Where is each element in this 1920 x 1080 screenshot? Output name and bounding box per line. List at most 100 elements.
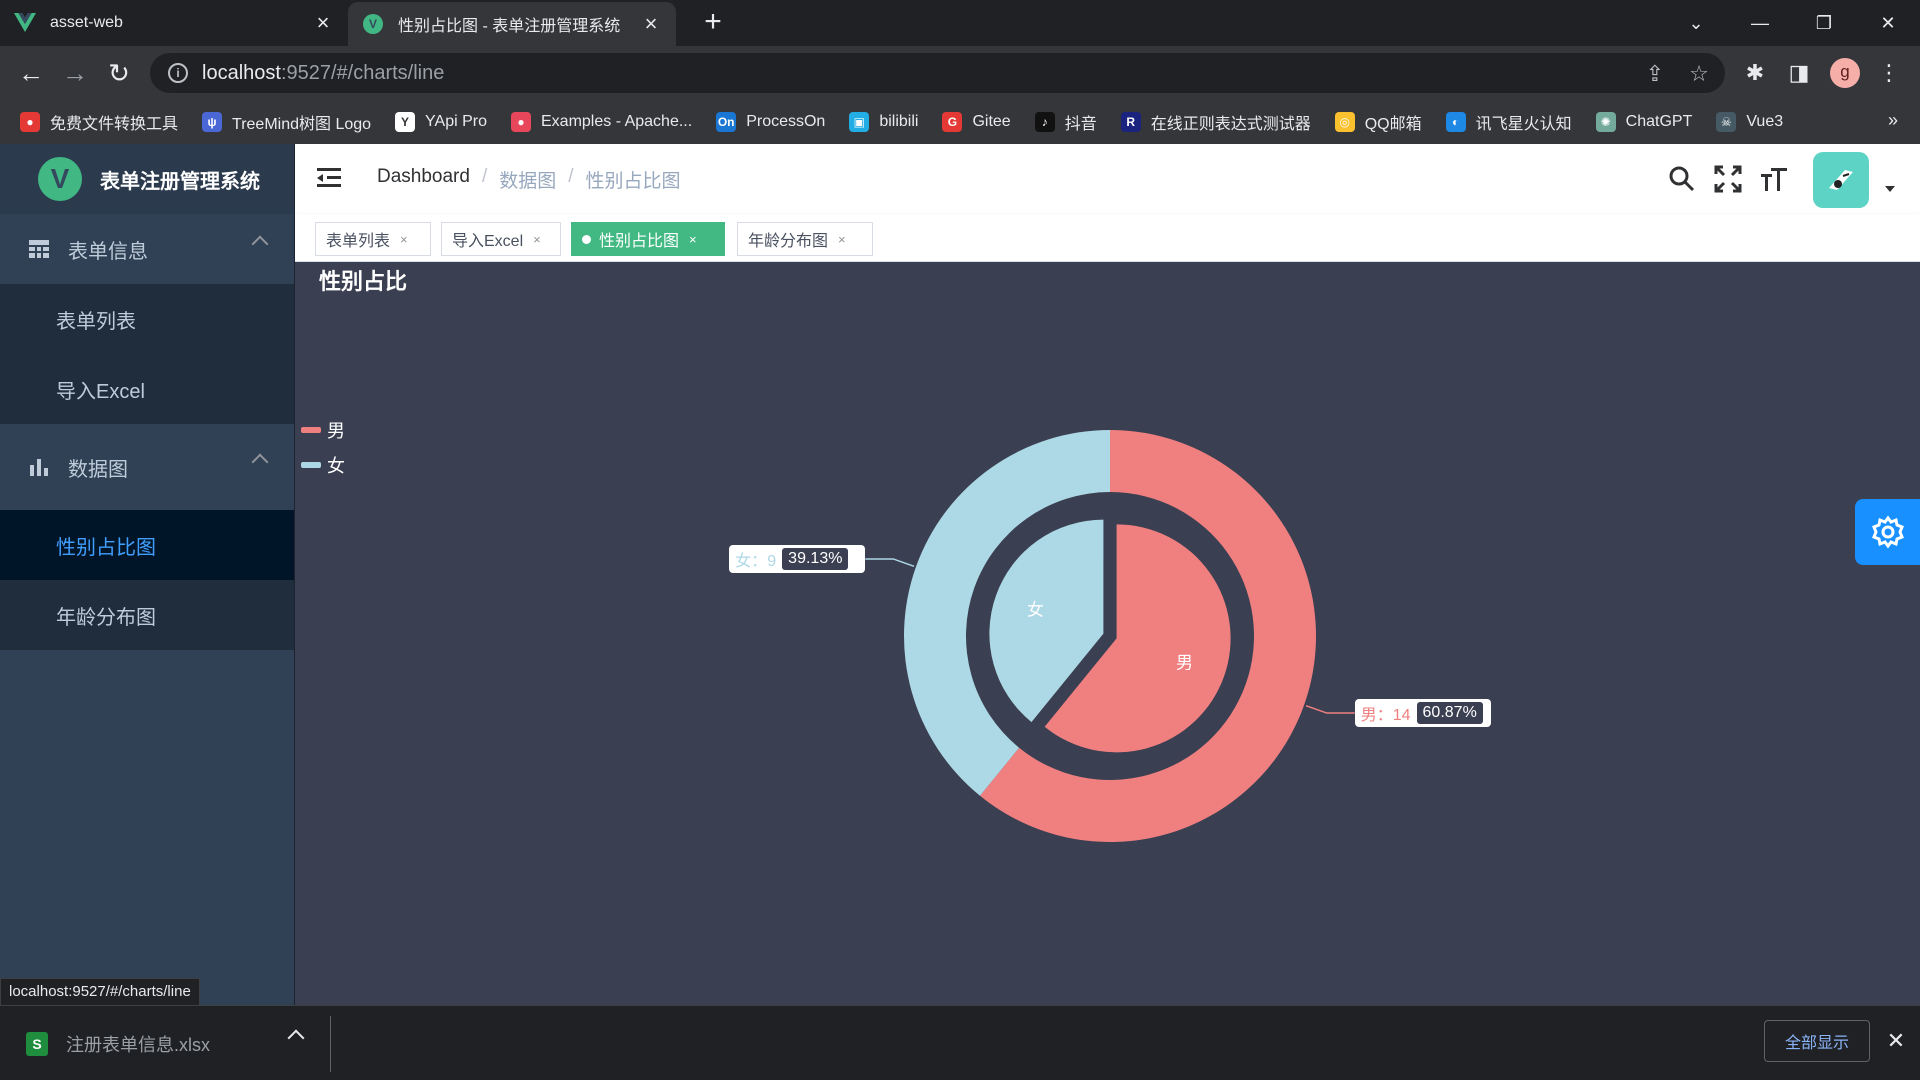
vue-icon: V: [362, 13, 384, 35]
table-icon: [29, 240, 49, 258]
bookmarks-bar: ● 免费文件转换工具 ψ TreeMind树图 Logo Y YApi Pro ● Examp…: [0, 100, 1920, 144]
chevron-up-icon: [251, 235, 269, 253]
menu-group-label: 表单信息: [68, 240, 148, 263]
font-size-icon[interactable]: [1759, 164, 1789, 194]
tag-age-chart[interactable]: 年龄分布图 ×: [737, 222, 873, 256]
bookmark-item[interactable]: Y YApi Pro: [395, 112, 487, 132]
new-tab-button[interactable]: +: [696, 6, 730, 40]
download-filename: 注册表单信息.xlsx: [66, 1035, 210, 1055]
minimize-icon[interactable]: —: [1728, 0, 1792, 46]
profile-avatar[interactable]: g: [1830, 58, 1860, 88]
sidebar-item-label: 年龄分布图: [56, 606, 156, 629]
more-bookmarks-icon[interactable]: »: [1888, 110, 1898, 131]
bookmark-item[interactable]: ▣ bilibili: [849, 112, 918, 132]
bookmark-label: 抖音: [1064, 116, 1097, 133]
bookmark-item[interactable]: ● 免费文件转换工具: [20, 110, 178, 134]
bookmark-icon: ♪: [1034, 112, 1055, 132]
avatar-icon: [1829, 170, 1853, 190]
address-bar[interactable]: i localhost:9527/#/charts/line ⇪ ☆: [150, 53, 1725, 93]
back-icon[interactable]: ←: [12, 54, 50, 92]
bookmark-icon: ◎: [1334, 112, 1355, 132]
close-icon[interactable]: ×: [640, 11, 662, 37]
bookmark-icon: ●: [20, 112, 40, 132]
bookmark-icon: ✺: [1595, 112, 1616, 132]
bookmark-item[interactable]: ● Examples - Apache...: [511, 112, 692, 132]
bookmark-item[interactable]: ψ TreeMind树图 Logo: [202, 110, 371, 134]
menu-group-charts[interactable]: 数据图: [0, 432, 294, 502]
pie-inner-label: 男: [1176, 653, 1193, 672]
browser-tab-active[interactable]: V 性别占比图 - 表单注册管理系统 ×: [348, 2, 676, 46]
share-icon[interactable]: ⇪: [1642, 61, 1668, 87]
close-icon[interactable]: ×: [312, 10, 334, 36]
bookmark-icon: R: [1120, 112, 1141, 132]
bookmark-icon: On: [716, 112, 737, 132]
forward-icon[interactable]: →: [56, 54, 94, 92]
chevron-down-icon[interactable]: [1885, 186, 1895, 192]
side-panel-icon[interactable]: ◨: [1784, 58, 1814, 88]
bookmark-label: 免费文件转换工具: [50, 116, 179, 133]
bookmark-icon: ●: [511, 112, 531, 132]
menu-group-form-info[interactable]: 表单信息: [0, 214, 294, 284]
bookmark-label: 在线正则表达式测试器: [1150, 116, 1311, 133]
breadcrumb-dashboard[interactable]: Dashboard: [377, 166, 470, 193]
hamburger-icon[interactable]: [317, 168, 341, 188]
bookmark-icon: G: [942, 112, 963, 132]
more-icon[interactable]: ⋮: [1874, 58, 1904, 88]
tag-gender-chart[interactable]: 性别占比图 ×: [571, 222, 725, 256]
search-icon[interactable]: [1667, 164, 1697, 194]
bookmark-item[interactable]: On ProcessOn: [716, 112, 825, 132]
main-area: Dashboard / 数据图 / 性别占比图 表单列表 × 导入Excel × 性…: [294, 144, 1920, 1005]
vue-icon: [14, 12, 36, 34]
reload-icon[interactable]: ↻: [100, 54, 138, 92]
tag-form-list[interactable]: 表单列表 ×: [315, 222, 431, 256]
status-url: localhost:9527/#/charts/line: [0, 978, 200, 1006]
pie-leader-line: [1305, 704, 1355, 714]
tag-label: 性别占比图: [599, 233, 680, 250]
bookmark-icon: ψ: [202, 112, 223, 132]
tab-search-icon[interactable]: ⌄: [1664, 0, 1728, 46]
user-avatar[interactable]: [1813, 152, 1869, 208]
tag-label: 表单列表: [326, 233, 391, 250]
star-icon[interactable]: ☆: [1686, 61, 1712, 87]
pie-leader-line: [865, 558, 915, 568]
close-icon[interactable]: ×: [533, 232, 541, 247]
sidebar-item-label: 导入Excel: [56, 380, 145, 403]
breadcrumb-current: 性别占比图: [585, 171, 681, 192]
submenu-charts: 性别占比图 年龄分布图: [0, 510, 294, 650]
bookmark-item[interactable]: ♪ 抖音: [1034, 110, 1097, 134]
pie-callout-percent: 60.87%: [1416, 702, 1483, 725]
bookmark-item[interactable]: ☠ Vue3: [1716, 112, 1783, 132]
sidebar-item-form-list[interactable]: 表单列表: [0, 284, 294, 354]
window-close-icon[interactable]: ✕: [1856, 0, 1920, 46]
bookmark-icon: Y: [395, 112, 416, 132]
close-icon[interactable]: ×: [838, 232, 846, 247]
info-icon[interactable]: i: [168, 63, 188, 83]
fullscreen-icon[interactable]: [1713, 164, 1743, 194]
bookmark-item[interactable]: G Gitee: [942, 112, 1011, 132]
chevron-up-icon: [251, 453, 269, 471]
tag-import-excel[interactable]: 导入Excel ×: [441, 222, 561, 256]
breadcrumb-charts: 数据图: [499, 171, 557, 192]
bookmark-label: TreeMind树图 Logo: [232, 116, 372, 133]
extensions-icon[interactable]: ✱: [1740, 58, 1770, 88]
browser-tab-title: asset-web: [50, 14, 123, 31]
close-icon[interactable]: ✕: [1882, 1024, 1910, 1058]
show-all-button[interactable]: 全部显示: [1764, 1020, 1870, 1062]
sidebar-item-gender-chart[interactable]: 性别占比图: [0, 510, 294, 580]
bookmark-item[interactable]: ✺ ChatGPT: [1595, 112, 1692, 132]
bookmark-item[interactable]: ◎ QQ邮箱: [1334, 110, 1422, 134]
close-icon[interactable]: ×: [689, 232, 697, 247]
settings-button[interactable]: [1855, 499, 1920, 565]
bookmark-item[interactable]: ◐ 讯飞星火认知: [1445, 110, 1572, 134]
sidebar-item-age-chart[interactable]: 年龄分布图: [0, 580, 294, 650]
close-icon[interactable]: ×: [400, 232, 408, 247]
restore-icon[interactable]: ❐: [1792, 0, 1856, 46]
download-item[interactable]: S 注册表单信息.xlsx: [26, 1026, 326, 1062]
sidebar-item-import-excel[interactable]: 导入Excel: [0, 354, 294, 424]
bookmark-item[interactable]: R 在线正则表达式测试器: [1120, 110, 1311, 134]
app-title: 表单注册管理系统: [100, 170, 260, 193]
bar-chart-icon: [30, 459, 48, 476]
bookmark-icon: ▣: [849, 112, 870, 132]
browser-tab-asset-web[interactable]: asset-web ×: [0, 0, 348, 46]
sidebar-logo[interactable]: V 表单注册管理系统: [0, 144, 294, 214]
